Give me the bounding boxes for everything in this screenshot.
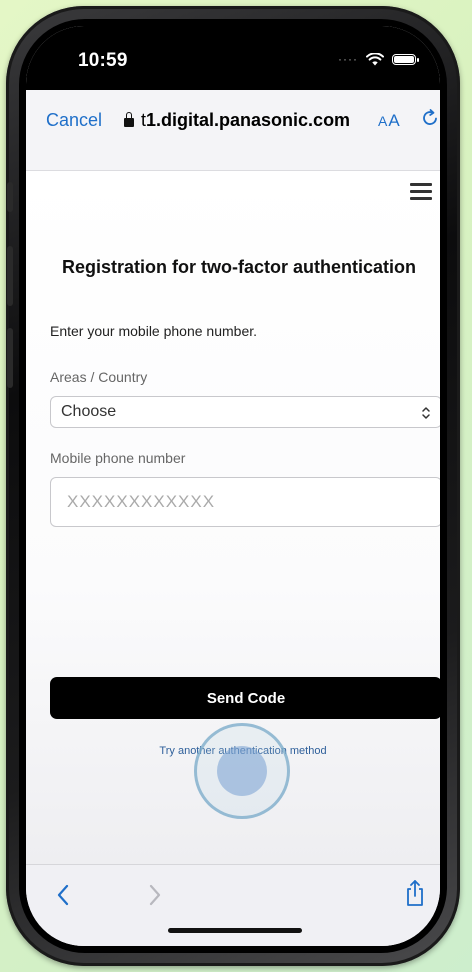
status-bar: 10:59 ···· — [26, 26, 440, 90]
share-icon[interactable] — [404, 879, 426, 907]
mobile-phone-label: Mobile phone number — [50, 450, 186, 466]
mobile-phone-input[interactable] — [50, 477, 440, 527]
battery-icon — [392, 53, 419, 65]
status-time: 10:59 — [78, 50, 128, 71]
mute-switch — [7, 182, 13, 212]
reload-icon[interactable] — [420, 108, 440, 128]
lock-icon — [124, 112, 134, 127]
cancel-button[interactable]: Cancel — [46, 110, 102, 131]
home-indicator[interactable] — [168, 928, 302, 933]
instruction-text: Enter your mobile phone number. — [50, 323, 258, 339]
text-size-large-a: A — [388, 111, 401, 130]
phone-frame: 10:59 ···· Cancel t1.digital.panasonic.c… — [6, 6, 460, 966]
forward-chevron-icon[interactable] — [148, 883, 162, 907]
touch-indicator-dot — [217, 746, 267, 796]
signal-dots-icon: ···· — [338, 52, 358, 66]
url-text: t1.digital.panasonic.com — [141, 110, 350, 131]
page-title: Registration for two-factor authenticati… — [61, 257, 416, 277]
volume-down-button — [7, 328, 13, 388]
area-country-select[interactable]: Choose — [50, 396, 440, 428]
browser-toolbar — [26, 864, 440, 946]
send-code-button[interactable]: Send Code — [50, 677, 440, 719]
volume-up-button — [7, 246, 13, 306]
touch-indicator — [194, 723, 290, 819]
wifi-icon — [366, 52, 384, 65]
text-size-small-a: A — [378, 113, 389, 129]
chevron-up-down-icon — [422, 407, 430, 419]
area-country-label: Areas / Country — [50, 369, 148, 385]
hamburger-menu-icon[interactable] — [410, 183, 432, 201]
text-size-button[interactable]: AA — [378, 111, 401, 131]
web-page: Registration for two-factor authenticati… — [26, 171, 440, 864]
phone-screen: 10:59 ···· Cancel t1.digital.panasonic.c… — [26, 26, 440, 946]
area-country-selected-value: Choose — [61, 403, 117, 420]
status-icons: ···· — [338, 52, 419, 66]
browser-url-bar: Cancel t1.digital.panasonic.com AA — [26, 90, 440, 171]
back-chevron-icon[interactable] — [56, 883, 70, 907]
url-host: 1.digital.panasonic.com — [146, 110, 351, 130]
url-display[interactable]: t1.digital.panasonic.com — [124, 110, 350, 131]
